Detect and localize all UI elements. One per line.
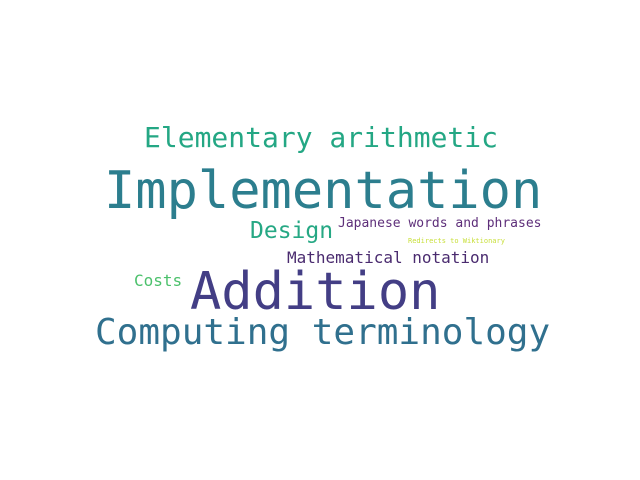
- word-costs: Costs: [134, 271, 183, 290]
- word-cloud: Implementation Addition Computing termin…: [0, 0, 640, 480]
- word-redirects-to-wiktionary: Redirects to Wiktionary: [408, 237, 505, 245]
- word-implementation: Implementation: [104, 161, 543, 221]
- word-design: Design: [250, 218, 334, 244]
- word-computing-terminology: Computing terminology: [95, 312, 551, 353]
- word-elementary-arithmetic: Elementary arithmetic: [144, 121, 499, 154]
- word-mathematical-notation: Mathematical notation: [287, 248, 490, 267]
- word-addition: Addition: [190, 262, 441, 322]
- word-japanese-words-and-phrases: Japanese words and phrases: [338, 216, 542, 231]
